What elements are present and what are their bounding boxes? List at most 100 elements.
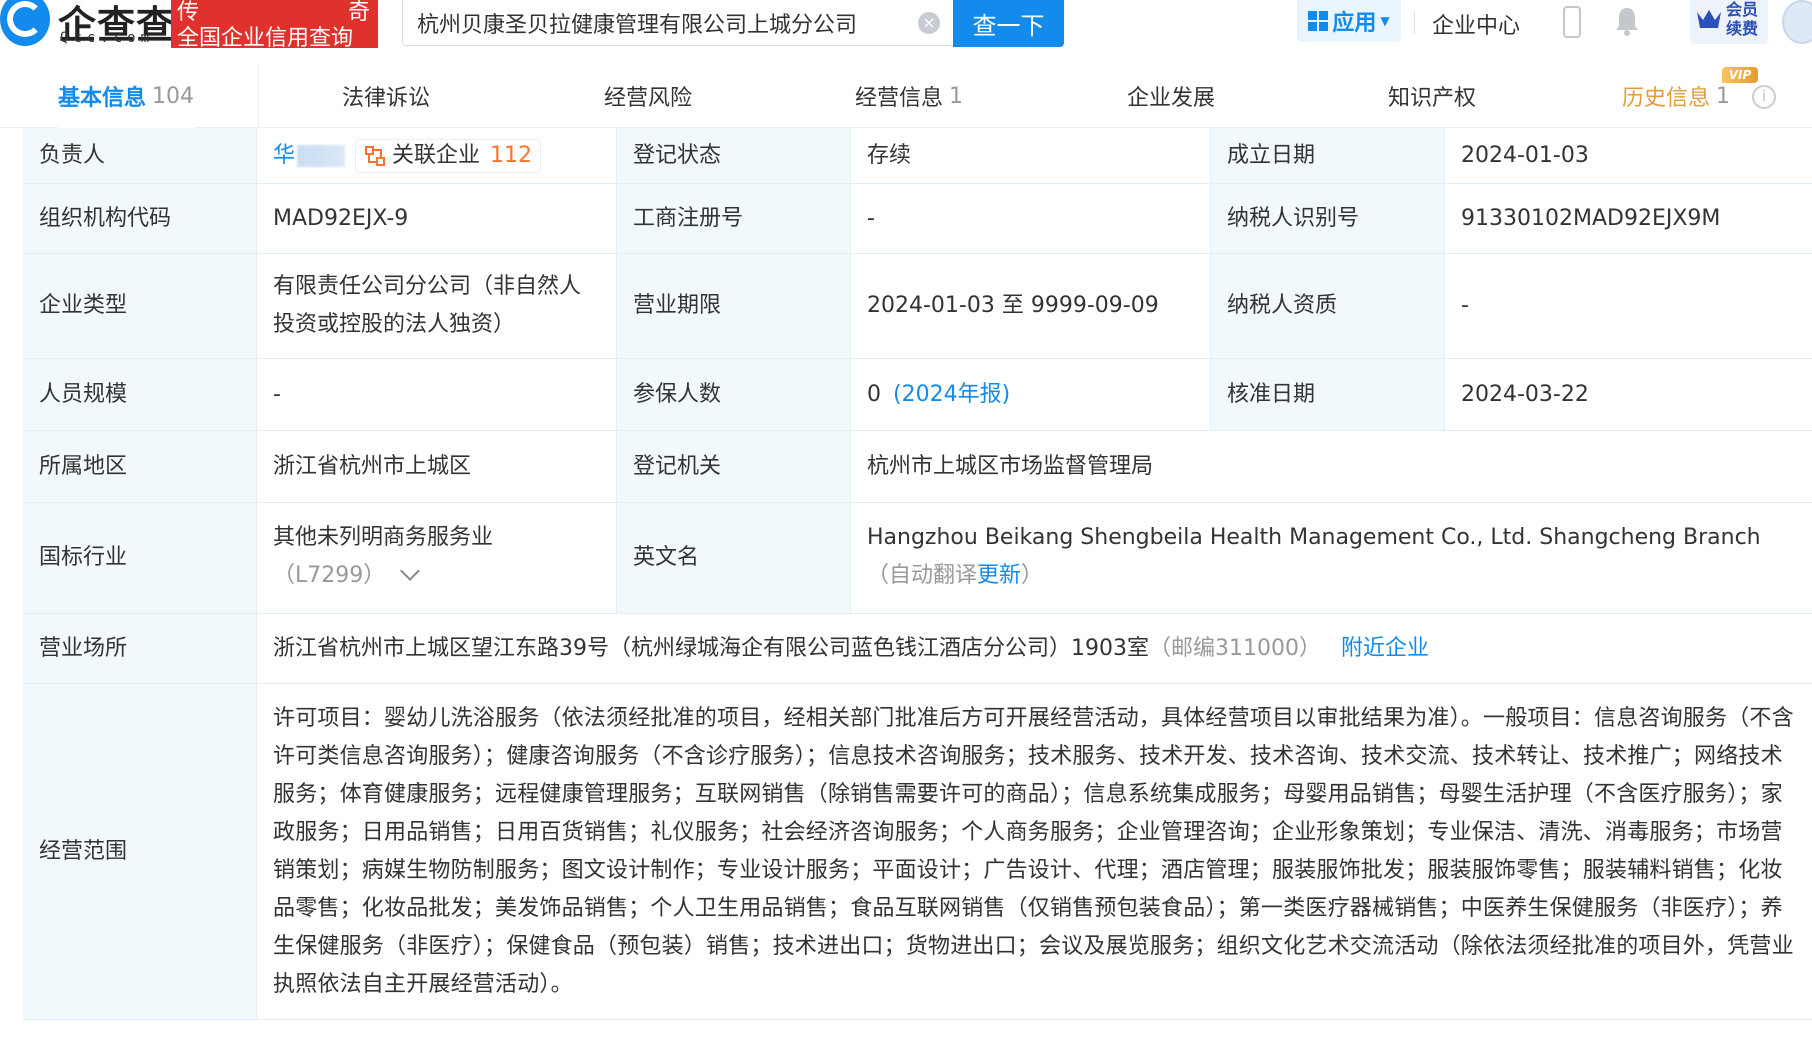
related-companies-label: 关联企业: [392, 142, 481, 168]
table-row: 所属地区 浙江省杭州市上城区 登记机关 杭州市上城区市场监督管理局: [23, 431, 1812, 503]
industry-code: （L7299）: [273, 563, 386, 588]
reg-authority-value: 杭州市上城区市场监督管理局: [851, 431, 1812, 502]
table-row: 企业类型 有限责任公司分公司（非自然人投资或控股的法人独资） 营业期限 2024…: [23, 254, 1812, 359]
tab-label: 历史信息: [1622, 86, 1711, 111]
table-row: 组织机构代码 MAD92EJX-9 工商注册号 - 纳税人识别号 9133010…: [23, 184, 1812, 254]
header-divider: [1414, 12, 1415, 34]
apps-dropdown[interactable]: 应用 ▼: [1297, 0, 1401, 42]
label-org-code: 组织机构代码: [23, 184, 257, 253]
zip-code: （邮编311000）: [1149, 635, 1321, 661]
promo-line3: 全国企业信用查询: [177, 26, 354, 51]
avatar[interactable]: [1782, 0, 1812, 44]
org-code-value: MAD92EJX-9: [257, 184, 617, 253]
clear-icon[interactable]: ×: [918, 12, 940, 34]
tab-bar: 基本信息 104 法律诉讼 经营风险 经营信息 1 企业发展 知识产权 历史信息 1: [0, 64, 1812, 128]
mobile-phone-icon[interactable]: [1563, 6, 1581, 38]
search-input[interactable]: [417, 10, 917, 35]
annual-report-link[interactable]: (2024年报): [893, 376, 1010, 414]
logo-subtext: Qcc.com: [60, 30, 155, 46]
vip-renew-label: 会员续费: [1726, 0, 1759, 38]
qcc-logo-icon[interactable]: [0, 0, 50, 46]
network-icon: [365, 145, 386, 166]
label-reg-status: 登记状态: [617, 128, 851, 183]
vip-tag: VIP: [1722, 67, 1758, 83]
insured-count-cell: 0 (2024年报): [851, 359, 1211, 430]
label-region: 所属地区: [23, 431, 257, 502]
chevron-down-icon[interactable]: [400, 561, 421, 581]
tab-history[interactable]: 历史信息 1: [1622, 64, 1730, 128]
label-founded-date: 成立日期: [1211, 128, 1445, 183]
label-taxpayer-id: 纳税人识别号: [1211, 184, 1445, 253]
business-term-value: 2024-01-03 至 9999-09-09: [851, 254, 1211, 358]
reg-status-value: 存续: [851, 128, 1211, 183]
label-reg-number: 工商注册号: [617, 184, 851, 253]
apps-label: 应用: [1332, 11, 1377, 36]
label-english-name: 英文名: [617, 503, 851, 613]
table-row: 营业场所 浙江省杭州市上城区望江东路39号（杭州绿城海企有限公司蓝色钱江酒店分公…: [23, 614, 1812, 684]
business-scope-value: 许可项目：婴幼儿洗浴服务（依法须经批准的项目，经相关部门批准后方可开展经营活动，…: [257, 684, 1812, 1019]
tab-count: 1: [949, 83, 964, 109]
region-value: 浙江省杭州市上城区: [257, 431, 617, 502]
english-name-cell: Hangzhou Beikang Shengbeila Health Manag…: [851, 503, 1812, 613]
search-box: ×: [402, 0, 955, 46]
tab-count: 1: [1716, 83, 1731, 109]
tab-legal[interactable]: 法律诉讼: [342, 64, 430, 128]
tab-basic-info[interactable]: 基本信息 104: [58, 64, 195, 128]
label-reg-authority: 登记机关: [617, 431, 851, 502]
person-name-link[interactable]: 华: [273, 137, 295, 175]
related-companies-button[interactable]: 关联企业 112: [355, 138, 542, 173]
table-row: 负责人 华 关联企业 112 登记状态 存续 成立日期 2024-01-03: [23, 128, 1812, 184]
tab-label: 企业发展: [1127, 86, 1216, 111]
tab-operation[interactable]: 经营信息 1: [855, 64, 963, 128]
search-button[interactable]: 查一下: [953, 0, 1064, 47]
industry-cell: 其他未列明商务服务业 （L7299）: [257, 503, 617, 613]
label-insured-count: 参保人数: [617, 359, 851, 430]
industry-value: 其他未列明商务服务业: [273, 525, 494, 550]
tab-label: 法律诉讼: [342, 86, 431, 111]
label-legal-rep: 负责人: [23, 128, 257, 183]
business-address-cell: 浙江省杭州市上城区望江东路39号（杭州绿城海企有限公司蓝色钱江酒店分公司）190…: [257, 614, 1812, 683]
table-row: 人员规模 - 参保人数 0 (2024年报) 核准日期 2024-03-22: [23, 359, 1812, 431]
label-business-address: 营业场所: [23, 614, 257, 683]
note-close-paren: ）: [1021, 563, 1044, 588]
english-name-value: Hangzhou Beikang Shengbeila Health Manag…: [867, 525, 1761, 550]
nearby-companies-link[interactable]: 附近企业: [1341, 630, 1429, 668]
label-staff-size: 人员规模: [23, 359, 257, 430]
reg-number-value: -: [851, 184, 1211, 253]
staff-size-value: -: [257, 359, 617, 430]
label-business-term: 营业期限: [617, 254, 851, 358]
industry-code-row[interactable]: （L7299）: [273, 557, 602, 595]
redacted-name: [297, 144, 346, 167]
tab-ip[interactable]: 知识产权: [1388, 64, 1476, 128]
top-header: 企查查 Qcc.com 传 奇 全国企业信用查询 × 查一下 应用 ▼ 企业中心…: [0, 0, 1812, 56]
bell-icon[interactable]: [1614, 6, 1640, 36]
taxpayer-qualification-value: -: [1445, 254, 1812, 358]
tab-development[interactable]: 企业发展: [1127, 64, 1215, 128]
promo-banner[interactable]: 传 奇 全国企业信用查询: [171, 0, 378, 51]
tab-risk[interactable]: 经营风险: [604, 64, 692, 128]
corp-center-link[interactable]: 企业中心: [1432, 8, 1520, 40]
update-translation-link[interactable]: 更新: [977, 563, 1021, 588]
tab-label: 经营信息: [855, 86, 944, 111]
business-address-value: 浙江省杭州市上城区望江东路39号（杭州绿城海企有限公司蓝色钱江酒店分公司）190…: [273, 635, 1149, 661]
label-industry: 国标行业: [23, 503, 257, 613]
vip-renew-button[interactable]: 会员续费: [1690, 0, 1768, 44]
legal-rep-value: 华 关联企业 112: [257, 128, 617, 183]
label-company-type: 企业类型: [23, 254, 257, 358]
label-business-scope: 经营范围: [23, 684, 257, 1019]
label-approval-date: 核准日期: [1211, 359, 1445, 430]
company-type-value: 有限责任公司分公司（非自然人投资或控股的法人独资）: [257, 254, 617, 358]
approval-date-value: 2024-03-22: [1445, 359, 1812, 430]
label-taxpayer-qualification: 纳税人资质: [1211, 254, 1445, 358]
tab-label: 知识产权: [1388, 86, 1477, 111]
tab-label: 经营风险: [604, 86, 693, 111]
table-row: 国标行业 其他未列明商务服务业 （L7299） 英文名 Hangzhou Bei…: [23, 503, 1812, 614]
tab-label: 基本信息: [58, 86, 147, 111]
founded-date-value: 2024-01-03: [1445, 128, 1812, 183]
table-row: 经营范围 许可项目：婴幼儿洗浴服务（依法须经批准的项目，经相关部门批准后方可开展…: [23, 684, 1812, 1020]
info-icon[interactable]: i: [1752, 85, 1776, 109]
auto-translate-note: （自动翻译: [867, 563, 978, 588]
crown-icon: [1697, 10, 1721, 28]
insured-count-value: 0: [867, 381, 881, 407]
grid-icon: [1308, 11, 1329, 31]
